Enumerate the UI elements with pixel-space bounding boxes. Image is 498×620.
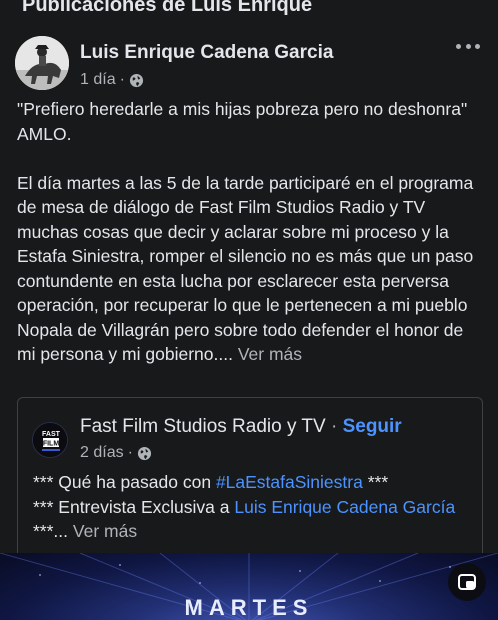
line2-prefix: *** Entrevista Exclusiva a	[33, 496, 230, 517]
shared-post-meta: 2 días ·	[80, 444, 152, 462]
shared-post-text: *** Qué ha pasado con #LaEstafaSiniestra…	[33, 470, 473, 544]
post-text: "Prefiero heredarle a mis hijas pobreza …	[17, 97, 485, 367]
shared-see-more-link[interactable]: Ver más	[73, 521, 137, 541]
video-title-text: MARTES	[184, 595, 314, 620]
globe-icon	[137, 446, 151, 460]
line1-prefix: *** Qué ha pasado con	[33, 472, 212, 492]
post-meta: 1 día ·	[80, 71, 144, 89]
follow-button[interactable]: Seguir	[343, 416, 402, 437]
svg-text:FILM: FILM	[43, 441, 59, 448]
page-logo[interactable]: FAST FILM	[32, 422, 68, 458]
post-body: El día martes a las 5 de la tarde partic…	[17, 172, 474, 365]
shared-line-1: *** Qué ha pasado con #LaEstafaSiniestra…	[33, 470, 473, 495]
post-time[interactable]: 1 día	[80, 71, 116, 89]
post-body-paragraph: El día martes a las 5 de la tarde partic…	[17, 171, 485, 367]
section-title: Publicaciones de Luis Enrique	[22, 0, 313, 16]
globe-icon	[129, 73, 143, 87]
shared-meta-separator: ·	[127, 444, 133, 461]
shared-page-header: Fast Film Studios Radio y TV · Seguir	[80, 416, 402, 438]
shared-line-2: *** Entrevista Exclusiva a Luis Enrique …	[33, 495, 473, 544]
more-options-icon[interactable]	[456, 40, 480, 52]
svg-text:FAST: FAST	[42, 431, 61, 438]
line2-suffix: ***...	[33, 521, 69, 541]
hashtag-link[interactable]: #LaEstafaSiniestra	[216, 472, 363, 492]
video-preview[interactable]: MARTES	[0, 553, 498, 620]
see-more-link[interactable]: Ver más	[238, 344, 302, 364]
header-separator: ·	[330, 416, 338, 437]
author-name[interactable]: Luis Enrique Cadena Garcia	[80, 42, 333, 64]
shared-post-time[interactable]: 2 días	[80, 444, 124, 462]
mention-link[interactable]: Luis Enrique Cadena García	[234, 497, 455, 517]
page-name[interactable]: Fast Film Studios Radio y TV	[80, 416, 326, 437]
post-quote: "Prefiero heredarle a mis hijas pobreza …	[17, 99, 468, 144]
shared-post-card[interactable]: FAST FILM Fast Film Studios Radio y TV ·…	[17, 397, 483, 557]
picture-in-picture-icon[interactable]	[448, 563, 486, 601]
meta-separator: ·	[119, 71, 125, 88]
author-avatar[interactable]	[15, 36, 69, 90]
line1-suffix: ***	[367, 472, 389, 492]
